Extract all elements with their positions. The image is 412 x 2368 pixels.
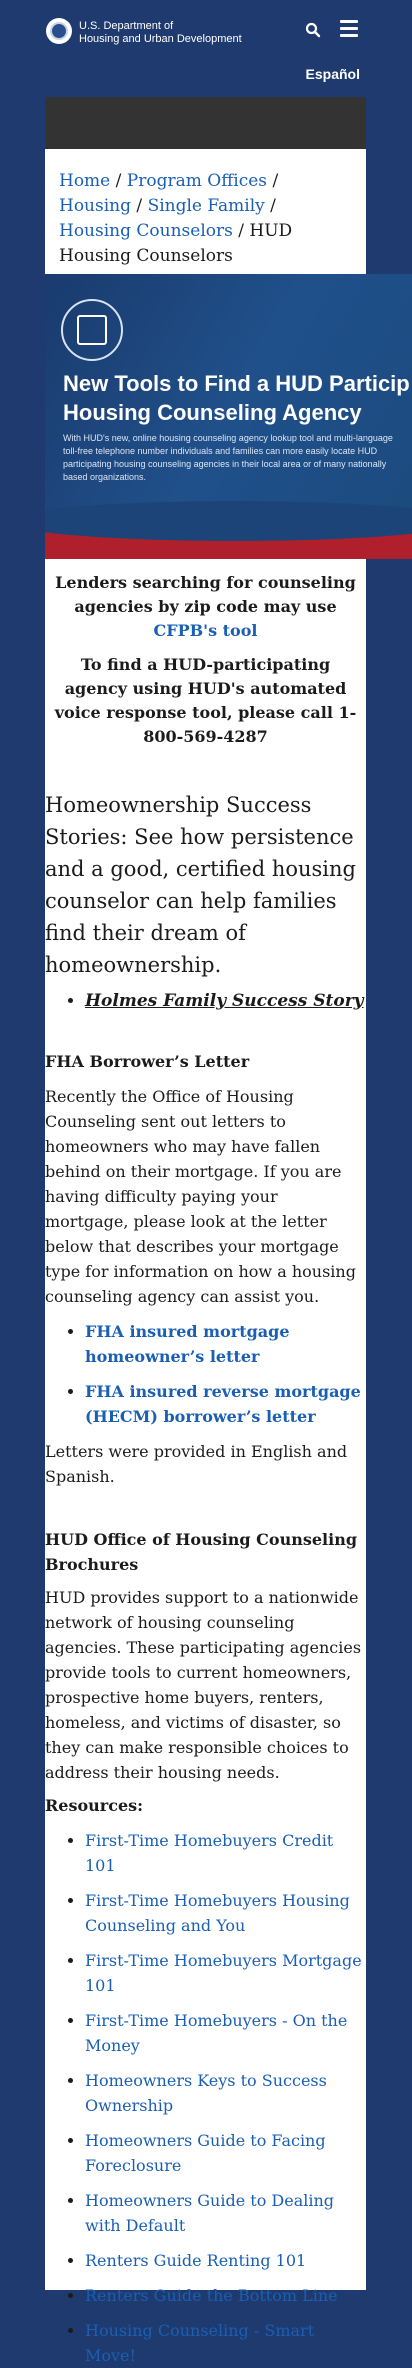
holmes-family-story-link[interactable]: Holmes Family Success Story <box>85 991 364 1011</box>
breadcrumb-separator: / <box>270 196 276 216</box>
resource-link-homebuyers-mortgage-101[interactable]: First-Time Homebuyers Mortgage 101 <box>85 1951 362 1995</box>
breadcrumb-single-family[interactable]: Single Family <box>148 196 265 216</box>
list-item: First-Time Homebuyers - On the Money <box>85 2008 366 2058</box>
resource-link-homebuyers-housing-counseling[interactable]: First-Time Homebuyers Housing Counseling… <box>85 1891 350 1935</box>
breadcrumb-separator: / <box>272 171 279 191</box>
brochures-body: HUD provides support to a nationwide net… <box>45 1588 362 1782</box>
list-item: First-Time Homebuyers Credit 101 <box>85 1828 366 1878</box>
list-item: First-Time Homebuyers Mortgage 101 <box>85 1948 366 1998</box>
breadcrumb-housing[interactable]: Housing <box>59 196 131 216</box>
list-item: Holmes Family Success Story <box>85 991 366 1011</box>
resource-link-renting-101[interactable]: Renters Guide Renting 101 <box>85 2251 306 2270</box>
success-stories-list: Holmes Family Success Story <box>45 991 366 1011</box>
breadcrumb: Home / Program Offices / Housing / Singl… <box>45 149 366 274</box>
breadcrumb-separator: / <box>115 171 122 191</box>
list-item: Homeowners Guide to Facing Foreclosure <box>85 2128 366 2178</box>
list-item: FHA insured mortgage homeowner’s letter <box>85 1319 366 1369</box>
breadcrumb-program-offices[interactable]: Program Offices <box>127 171 267 191</box>
success-stories-text: Homeownership Success Stories: See how p… <box>45 793 356 977</box>
hero-banner[interactable]: New Tools to Find a HUD Particip Housing… <box>45 274 412 559</box>
hecm-borrower-letter-link[interactable]: FHA insured reverse mortgage (HECM) borr… <box>85 1382 361 1426</box>
lenders-paragraph: Lenders searching for counseling agencie… <box>53 571 358 643</box>
site-header: U.S. Department of Housing and Urban Dev… <box>0 0 412 62</box>
resource-link-bottom-line[interactable]: Renters Guide the Bottom Line <box>85 2286 338 2305</box>
list-item: First-Time Homebuyers Housing Counseling… <box>85 1888 366 1938</box>
banner-text: With HUD's new, online housing counselin… <box>63 433 393 482</box>
banner-title-line2: Housing Counseling Agency <box>63 400 362 425</box>
agency-name-line2: Housing and Urban Development <box>79 33 242 45</box>
brochures-heading: HUD Office of Housing Counseling Brochur… <box>45 1530 358 1574</box>
fha-letter-body: Recently the Office of Housing Counselin… <box>45 1087 356 1306</box>
resources-label: Resources: <box>45 1796 144 1815</box>
banner-curve <box>45 501 412 541</box>
breadcrumb-separator: / <box>238 221 244 241</box>
letters-language-note: Letters were provided in English and Spa… <box>45 1442 348 1486</box>
voice-response-paragraph: To find a HUD-participating agency using… <box>54 655 357 746</box>
resource-link-smart-move[interactable]: Housing Counseling - Smart Move! <box>85 2321 314 2365</box>
agency-name-line1: U.S. Department of <box>79 20 174 32</box>
agency-name[interactable]: U.S. Department of Housing and Urban Dev… <box>79 20 242 46</box>
breadcrumb-separator: / <box>136 196 143 216</box>
dark-nav-bar <box>45 97 366 149</box>
list-item: FHA insured reverse mortgage (HECM) borr… <box>85 1379 366 1429</box>
list-item: Homeowners Guide to Dealing with Default <box>85 2188 366 2238</box>
fha-homeowner-letter-link[interactable]: FHA insured mortgage homeowner’s letter <box>85 1322 290 1366</box>
resource-link-homeowners-keys[interactable]: Homeowners Keys to Success Ownership <box>85 2071 327 2115</box>
hud-seal-icon <box>61 299 123 361</box>
lenders-text: Lenders searching for counseling agencie… <box>55 573 356 616</box>
resource-link-dealing-with-default[interactable]: Homeowners Guide to Dealing with Default <box>85 2191 334 2235</box>
cfpb-tool-link[interactable]: CFPB's tool <box>154 621 258 640</box>
resource-link-homebuyers-on-the-money[interactable]: First-Time Homebuyers - On the Money <box>85 2011 347 2055</box>
fha-letter-links: FHA insured mortgage homeowner’s letter … <box>45 1319 366 1429</box>
resource-link-homebuyers-credit-101[interactable]: First-Time Homebuyers Credit 101 <box>85 1831 333 1875</box>
breadcrumb-housing-counselors[interactable]: Housing Counselors <box>59 221 233 241</box>
hud-seal-logo[interactable] <box>46 18 72 44</box>
search-icon[interactable] <box>305 22 321 38</box>
banner-title-line1: New Tools to Find a HUD Particip <box>63 371 410 396</box>
banner-title: New Tools to Find a HUD Particip Housing… <box>63 369 412 427</box>
list-item: Homeowners Keys to Success Ownership <box>85 2068 366 2118</box>
main-content: Home / Program Offices / Housing / Singl… <box>45 97 412 2365</box>
espanol-link[interactable]: Español <box>306 66 360 82</box>
resources-list: First-Time Homebuyers Credit 101 First-T… <box>45 1828 366 2368</box>
fha-letter-heading: FHA Borrower’s Letter <box>45 1052 250 1071</box>
list-item: Housing Counseling - Smart Move! <box>85 2318 366 2368</box>
list-item: Renters Guide the Bottom Line <box>85 2283 366 2308</box>
resource-link-facing-foreclosure[interactable]: Homeowners Guide to Facing Foreclosure <box>85 2131 326 2175</box>
list-item: Renters Guide Renting 101 <box>85 2248 366 2273</box>
agency-lookup-block: Lenders searching for counseling agencie… <box>45 559 366 749</box>
breadcrumb-home[interactable]: Home <box>59 171 110 191</box>
hamburger-menu-icon[interactable] <box>340 20 358 38</box>
